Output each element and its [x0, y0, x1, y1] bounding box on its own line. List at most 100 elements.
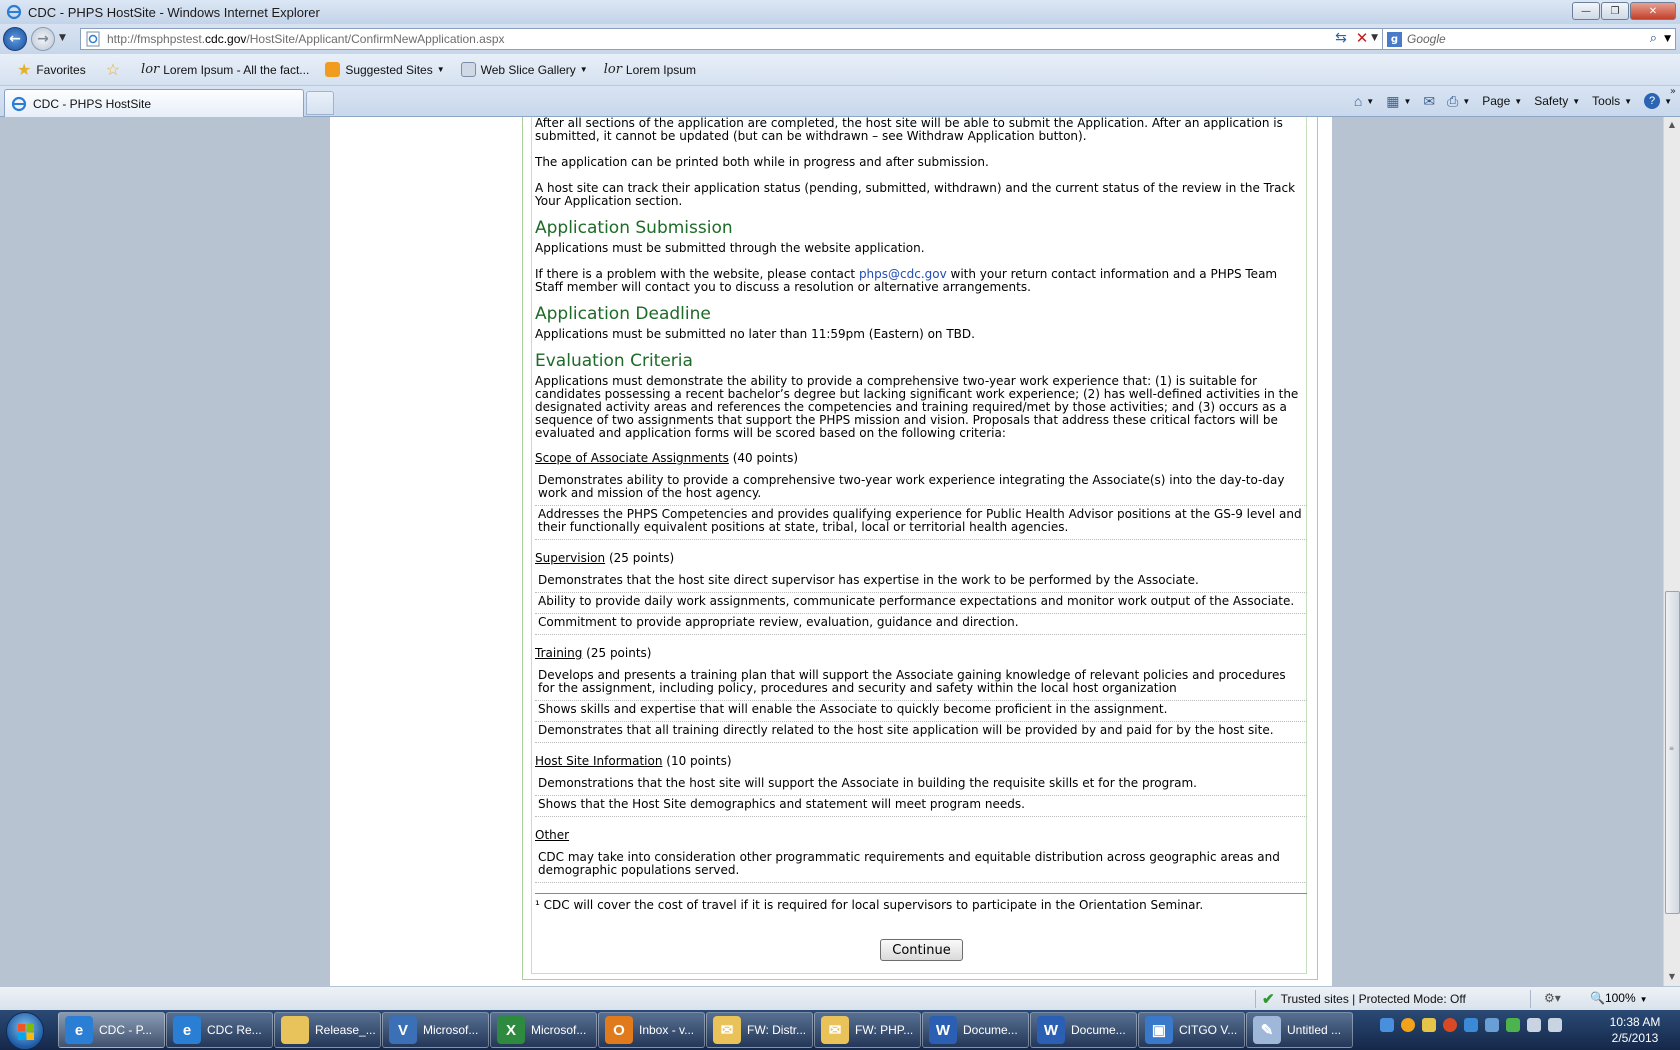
help-icon: ?: [1644, 93, 1661, 109]
volume-icon[interactable]: [1548, 1018, 1562, 1032]
search-options-dropdown[interactable]: ▼: [1664, 34, 1671, 44]
fav-link-lorem-ipsum-facts[interactable]: lor Lorem Ipsum - All the fact...: [138, 58, 312, 82]
taskbar-item[interactable]: O Inbox - v...: [598, 1012, 705, 1048]
taskbar-item[interactable]: ✉ FW: PHP...: [814, 1012, 921, 1048]
help-button[interactable]: ? ▼: [1644, 93, 1672, 109]
taskbar-item[interactable]: X Microsof...: [490, 1012, 597, 1048]
home-button[interactable]: ⌂ ▼: [1354, 93, 1374, 109]
feeds-button[interactable]: ▦ ▼: [1386, 93, 1411, 110]
start-button[interactable]: [6, 1012, 44, 1050]
taskbar-item-label: FW: Distr...: [747, 1023, 807, 1037]
window-title-bar: CDC - PHPS HostSite - Windows Internet E…: [0, 0, 1680, 24]
taskbar-item-label: Inbox - v...: [639, 1023, 695, 1037]
window-title: CDC - PHPS HostSite - Windows Internet E…: [28, 4, 320, 20]
taskbar-item[interactable]: ✎ Untitled ...: [1246, 1012, 1353, 1048]
add-to-favorites-bar-button[interactable]: ☆: [103, 58, 128, 82]
print-button[interactable]: ⎙ ▼: [1447, 93, 1470, 110]
recent-pages-dropdown[interactable]: ▼: [59, 33, 66, 43]
back-button[interactable]: ←: [3, 27, 27, 51]
forward-arrow-icon: →: [37, 31, 49, 47]
zoom-level[interactable]: 🔍100% ▼: [1590, 991, 1648, 1005]
criterion-item: Addresses the PHPS Competencies and prov…: [535, 506, 1307, 540]
continue-button[interactable]: Continue: [880, 939, 963, 961]
taskbar-item[interactable]: W Docume...: [922, 1012, 1029, 1048]
fav-link-lorem-ipsum[interactable]: lor Lorem Ipsum: [601, 58, 699, 82]
section-heading-evaluation: Evaluation Criteria: [535, 351, 693, 371]
scroll-down-arrow-icon[interactable]: ▼: [1664, 969, 1680, 985]
search-box[interactable]: g Google ⌕ ▼: [1382, 28, 1676, 50]
section-heading-deadline: Application Deadline: [535, 304, 711, 324]
security-zone-label: Trusted sites | Protected Mode: Off: [1280, 992, 1466, 1006]
network-icon[interactable]: [1527, 1018, 1541, 1032]
close-button[interactable]: ✕: [1630, 2, 1676, 20]
new-tab-button[interactable]: [306, 91, 334, 115]
chevron-down-icon: ▼: [1572, 96, 1581, 106]
search-icon[interactable]: ⌕: [1650, 31, 1657, 46]
chevron-down-icon: ▼: [1366, 96, 1375, 106]
forward-button[interactable]: →: [31, 27, 55, 51]
criterion-heading: Supervision (25 points): [535, 551, 675, 565]
evaluation-text: Applications must demonstrate the abilit…: [535, 374, 1299, 440]
intro-paragraph: The application can be printed both whil…: [535, 155, 989, 169]
taskbar-item[interactable]: ▣ CITGO V...: [1138, 1012, 1245, 1048]
taskbar-item[interactable]: V Microsof...: [382, 1012, 489, 1048]
tray-app-icon[interactable]: [1464, 1018, 1478, 1032]
criterion-item: Shows that the Host Site demographics an…: [535, 796, 1307, 817]
fav-web-slice-gallery[interactable]: Web Slice Gallery ▼: [458, 58, 591, 82]
tab-cdc-phps-hostsite[interactable]: CDC - PHPS HostSite: [4, 89, 304, 117]
safety-menu-label: Safety: [1534, 94, 1569, 108]
favorites-star-icon: ★: [17, 61, 32, 79]
suggested-sites-icon: [325, 62, 341, 77]
taskbar-item[interactable]: e CDC - P...: [58, 1012, 165, 1048]
windows-taskbar: e CDC - P... e CDC Re... Release_... V Microso…: [0, 1010, 1680, 1050]
clock-date: 2/5/2013: [1611, 1031, 1659, 1045]
rss-feed-icon: ▦: [1386, 92, 1400, 109]
refresh-button[interactable]: ⇆: [1331, 30, 1351, 48]
page-menu[interactable]: Page ▼: [1482, 94, 1522, 108]
tray-app-icon[interactable]: [1485, 1018, 1499, 1032]
tray-app-icon[interactable]: [1443, 1018, 1457, 1032]
printer-icon: ⎙: [1447, 92, 1459, 109]
popup-blocker-icon[interactable]: ⚙▾: [1544, 991, 1561, 1005]
criterion-heading: Host Site Information (10 points): [535, 754, 732, 768]
footnote: ¹ CDC will cover the cost of travel if i…: [535, 893, 1307, 912]
chevron-down-icon: ▼: [1462, 96, 1471, 106]
tray-app-icon[interactable]: [1506, 1018, 1520, 1032]
tray-app-icon[interactable]: [1401, 1018, 1415, 1032]
vertical-scrollbar[interactable]: ▲ ≡ ▼: [1663, 117, 1680, 986]
paint-icon: ✎: [1253, 1016, 1281, 1044]
outlook-icon: O: [605, 1016, 633, 1044]
address-dropdown[interactable]: ▼: [1371, 33, 1378, 43]
security-zone[interactable]: ✔ Trusted sites | Protected Mode: Off: [1262, 990, 1466, 1008]
tools-menu-label: Tools: [1592, 94, 1621, 108]
taskbar-item[interactable]: Release_...: [274, 1012, 381, 1048]
scroll-up-arrow-icon[interactable]: ▲: [1664, 117, 1680, 133]
tab-row: CDC - PHPS HostSite ⌂ ▼ ▦ ▼ ✉ ⎙ ▼ Page ▼ Saf…: [0, 86, 1680, 117]
minimize-button[interactable]: —: [1572, 2, 1600, 20]
system-clock[interactable]: 10:38 AM 2/5/2013: [1600, 1014, 1670, 1046]
stop-button[interactable]: ✕: [1352, 29, 1372, 47]
fav-suggested-sites[interactable]: Suggested Sites ▼: [322, 58, 447, 82]
taskbar-item[interactable]: W Docume...: [1030, 1012, 1137, 1048]
scrollbar-thumb[interactable]: ≡: [1665, 591, 1680, 914]
taskbar-item-label: FW: PHP...: [855, 1023, 914, 1037]
taskbar-item[interactable]: e CDC Re...: [166, 1012, 273, 1048]
safety-menu[interactable]: Safety ▼: [1534, 94, 1580, 108]
taskbar-items: e CDC - P... e CDC Re... Release_... V Microso…: [58, 1012, 1354, 1048]
criterion-item: Shows skills and expertise that will ena…: [535, 701, 1307, 722]
maximize-button[interactable]: ❐: [1601, 2, 1629, 20]
read-mail-button[interactable]: ✉: [1423, 93, 1435, 110]
taskbar-item[interactable]: ✉ FW: Distr...: [706, 1012, 813, 1048]
email-link[interactable]: phps@cdc.gov: [859, 267, 947, 281]
tray-app-icon[interactable]: [1380, 1018, 1394, 1032]
web-slice-icon: [460, 62, 476, 77]
google-icon: g: [1387, 31, 1402, 47]
more-commands-chevron-icon[interactable]: »: [1670, 86, 1676, 97]
taskbar-item-label: Release_...: [315, 1023, 376, 1037]
taskbar-item-label: Docume...: [963, 1023, 1018, 1037]
ie-icon: [11, 96, 27, 111]
tools-menu[interactable]: Tools ▼: [1592, 94, 1632, 108]
tray-app-icon[interactable]: [1422, 1018, 1436, 1032]
address-bar[interactable]: http://fmsphpstest.cdc.gov/HostSite/Appl…: [80, 28, 1383, 50]
favorites-button[interactable]: ★ Favorites: [14, 58, 89, 82]
